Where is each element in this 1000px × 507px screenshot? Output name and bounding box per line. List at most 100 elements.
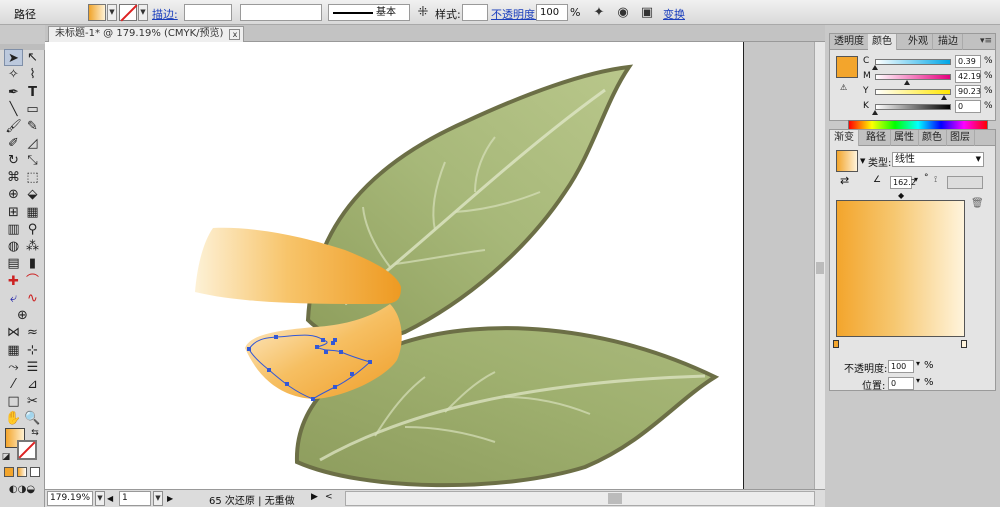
stroke-color-indicator[interactable]	[17, 440, 37, 460]
vertical-scroll-thumb[interactable]	[816, 262, 824, 274]
slice-tool-icon[interactable]: ⊿	[23, 376, 42, 393]
reverse-gradient-icon[interactable]: ⇄	[840, 174, 849, 187]
channel-slider[interactable]	[875, 59, 951, 65]
tab-attributes[interactable]: 属性	[890, 130, 919, 146]
wave-tool-icon[interactable]: ≈	[23, 324, 42, 341]
rectangle-tool-icon[interactable]: ▭	[23, 101, 42, 118]
artboard-tool-icon[interactable]: □	[4, 393, 23, 410]
vertical-scrollbar[interactable]	[814, 42, 825, 489]
stop-opacity-field[interactable]: 100	[888, 360, 914, 373]
zoom-field[interactable]: 179.19%	[47, 491, 93, 506]
delete-anchor-point-icon[interactable]: ⤶	[4, 290, 23, 307]
zoom-dropdown[interactable]: ▼	[95, 491, 105, 506]
paintbrush-tool-icon[interactable]: 🖌	[4, 118, 23, 135]
channel-value-field[interactable]: 90.23	[955, 85, 981, 98]
tab-transparency[interactable]: 透明度	[830, 34, 869, 50]
direct-selection-tool-icon[interactable]: ↖	[23, 49, 42, 66]
stroke-swatch[interactable]	[119, 4, 137, 21]
tab-color[interactable]: 颜色	[868, 34, 897, 50]
fill-swatch[interactable]	[88, 4, 106, 21]
channel-value-field[interactable]: 42.19	[955, 70, 981, 83]
none-mode-icon[interactable]	[30, 467, 40, 477]
path-tool-icon[interactable]: ⤳	[4, 359, 23, 376]
scale-tool-icon[interactable]: ⤡	[23, 152, 42, 169]
globe-icon[interactable]: ◉	[614, 4, 632, 21]
convert-anchor-point-icon[interactable]: ⌒	[23, 273, 42, 290]
variable-width-profile[interactable]	[240, 4, 322, 21]
drawing-modes-icon[interactable]: ◐◑◒	[3, 481, 41, 498]
type-tool-icon[interactable]: T	[23, 84, 42, 101]
gradient-stop-end[interactable]	[961, 340, 967, 348]
free-transform-tool-icon[interactable]: ⬚	[23, 169, 42, 186]
hand-tool-icon[interactable]: ✋	[4, 410, 23, 427]
pen-tool-icon[interactable]: ✒	[4, 84, 23, 101]
blend-tool-icon[interactable]: ◍	[4, 238, 23, 255]
rotate-tool-icon[interactable]: ↻	[4, 152, 23, 169]
delete-stop-icon[interactable]: 🗑	[971, 198, 984, 209]
magic-wand-tool-icon[interactable]: ✧	[4, 66, 23, 83]
stop-location-dropdown[interactable]: ▾	[916, 376, 920, 385]
gradient-preview-swatch[interactable]	[836, 150, 858, 172]
fill-dropdown[interactable]: ▼	[107, 4, 117, 21]
stop-opacity-dropdown[interactable]: ▾	[916, 359, 920, 368]
prev-artboard-icon[interactable]: ◀	[107, 491, 117, 506]
stop-location-field[interactable]: 0	[888, 377, 914, 390]
opacity-field[interactable]: 100	[536, 4, 568, 21]
add-anchor-point-icon[interactable]: ✚	[4, 273, 23, 290]
tab-pathfinder[interactable]: 路径	[862, 130, 891, 146]
color-mode-icon[interactable]	[4, 467, 14, 477]
channel-slider[interactable]	[875, 74, 951, 80]
scissors-tool-icon[interactable]: ✂	[23, 393, 42, 410]
tab-layers[interactable]: 图层	[946, 130, 975, 146]
recolor-icon[interactable]: ⁜	[414, 4, 432, 21]
gradient-ramp[interactable]	[836, 200, 965, 337]
selection-tool-icon[interactable]: ➤	[4, 49, 23, 66]
transform-link[interactable]: 变换	[663, 6, 685, 22]
artboard-number-field[interactable]: 1	[119, 491, 151, 506]
gradient-preview-dropdown[interactable]: ▼	[860, 157, 865, 165]
next-artboard-icon[interactable]: ▶	[167, 491, 177, 506]
brush-definition[interactable]: 基本	[328, 4, 410, 21]
graphic-style-swatch[interactable]	[462, 4, 488, 21]
blob-brush-tool-icon[interactable]: ✐	[4, 135, 23, 152]
channel-value-field[interactable]: 0.39	[955, 55, 981, 68]
measure-tool-icon[interactable]: ⁄	[4, 376, 23, 393]
channel-slider[interactable]	[875, 104, 951, 110]
channel-slider-knob[interactable]	[872, 110, 878, 115]
scroll-left-icon[interactable]: <	[325, 492, 333, 502]
envelope-tool-icon[interactable]: ⋈	[4, 324, 23, 341]
illustration[interactable]	[45, 42, 743, 489]
tab-color-2[interactable]: 颜色	[918, 130, 947, 146]
crosshair-target-icon[interactable]: ⊕	[13, 307, 32, 324]
angle-field[interactable]: 162.2	[890, 176, 916, 189]
perspective-grid-tool-icon[interactable]: ⊞	[4, 204, 23, 221]
channel-slider-knob[interactable]	[904, 80, 911, 85]
tab-appearance[interactable]: 外观	[904, 34, 933, 50]
warp-tool-icon[interactable]: ⌘	[4, 169, 23, 186]
list-tool-icon[interactable]: ☰	[23, 359, 42, 376]
pencil-tool-icon[interactable]: ✎	[23, 118, 42, 135]
artboard-dropdown[interactable]: ▼	[153, 491, 163, 506]
stroke-weight-field[interactable]	[184, 4, 232, 21]
channel-slider-knob[interactable]	[940, 95, 947, 100]
symbol-sprayer-tool-icon[interactable]: ⁂	[23, 238, 42, 255]
bar-chart-tool-icon[interactable]: ▮	[23, 255, 42, 272]
shape-builder-tool-icon[interactable]: ⊕	[4, 186, 23, 203]
default-colors-icon[interactable]: ◪	[1, 449, 11, 466]
reshape-tool-icon[interactable]: ∿	[23, 290, 42, 307]
gradient-stop-start[interactable]	[833, 340, 839, 348]
lasso-tool-icon[interactable]: ⌇	[23, 66, 42, 83]
midpoint-diamond-icon[interactable]: ◆	[898, 191, 904, 200]
close-tab-icon[interactable]: x	[229, 29, 241, 40]
horizontal-scroll-thumb[interactable]	[608, 493, 622, 504]
gradient-mode-icon[interactable]	[17, 467, 27, 477]
opacity-link[interactable]: 不透明度:	[491, 6, 539, 22]
horizontal-scrollbar[interactable]	[345, 491, 815, 506]
column-graph-tool-icon[interactable]: ▤	[4, 255, 23, 272]
scatter-tool-icon[interactable]: ⊹	[23, 342, 42, 359]
live-paint-tool-icon[interactable]: ⬙	[23, 186, 42, 203]
eraser-tool-icon[interactable]: ◿	[23, 135, 42, 152]
stroke-link[interactable]: 描边:	[152, 6, 178, 22]
stroke-dropdown[interactable]: ▼	[138, 4, 148, 21]
tab-gradient[interactable]: 渐变	[830, 130, 859, 146]
